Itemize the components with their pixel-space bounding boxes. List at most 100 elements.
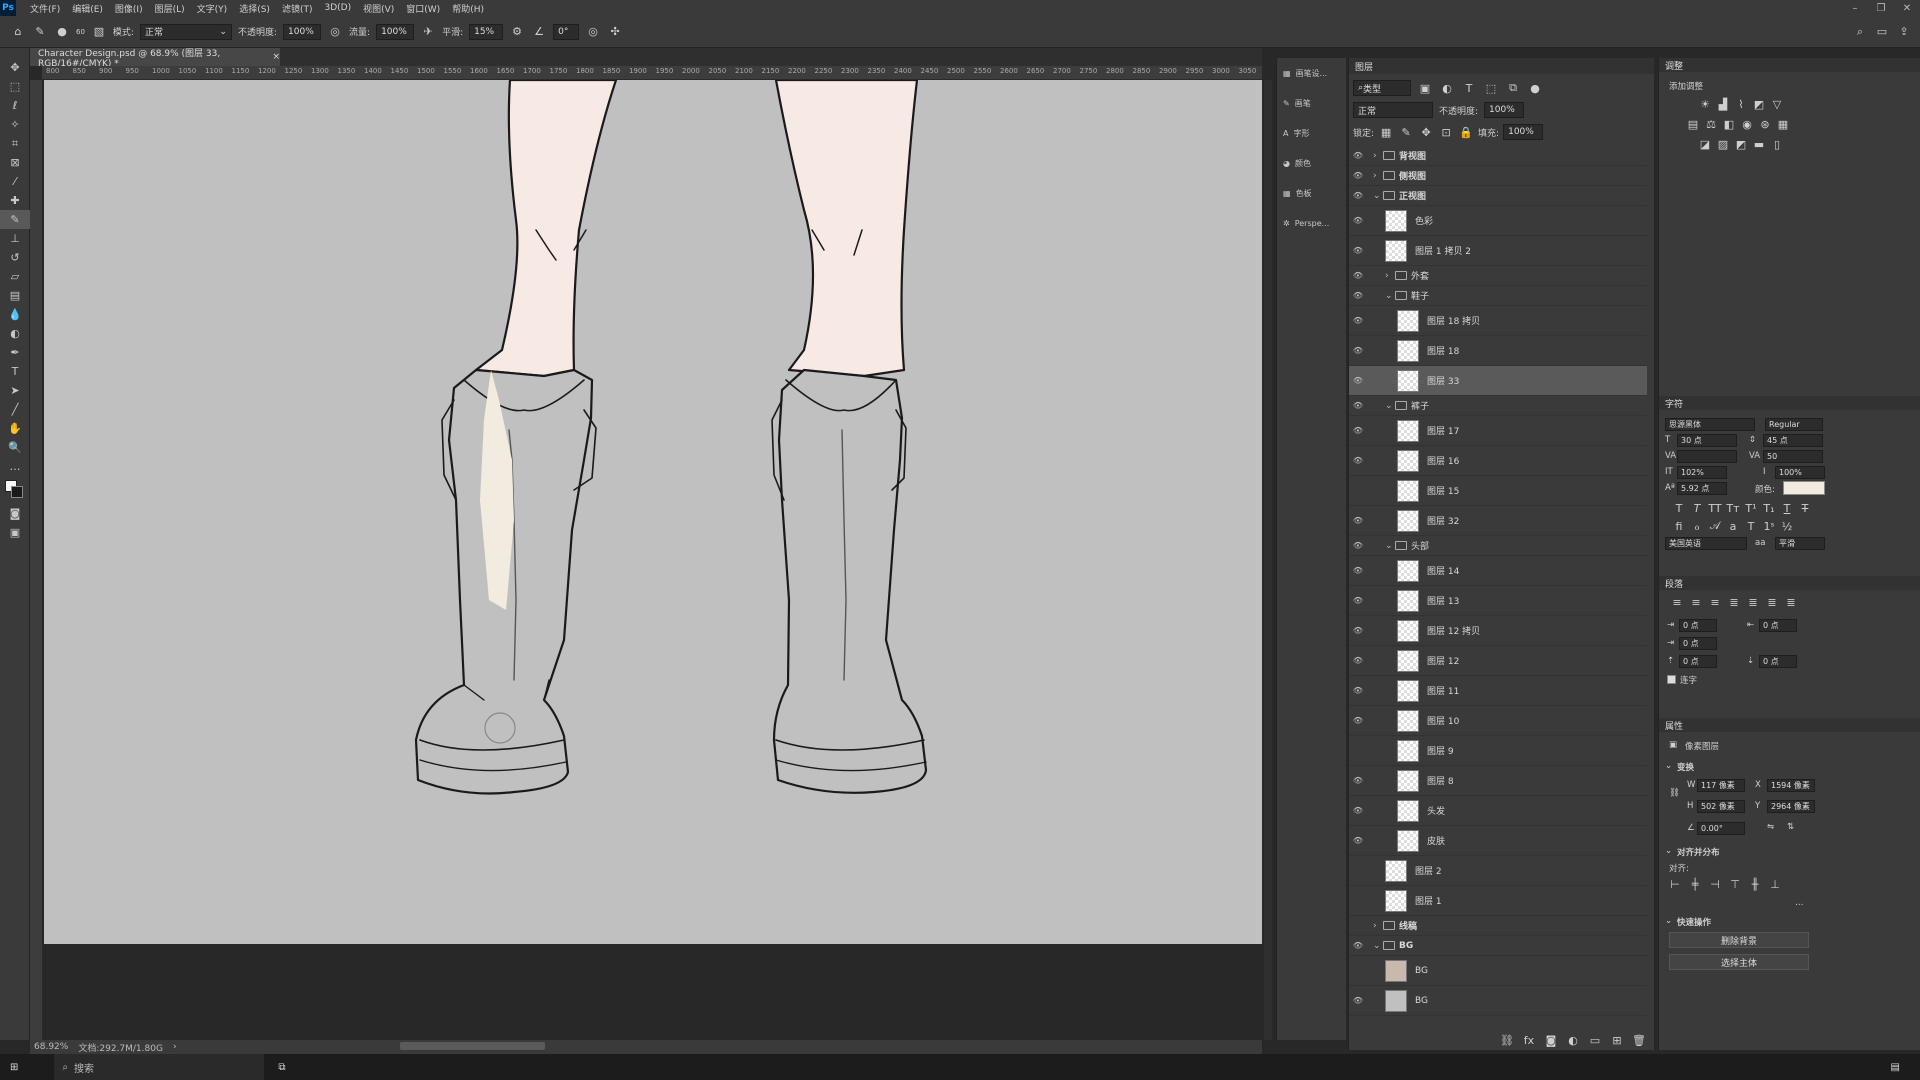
layer-row[interactable]: 图层 9	[1349, 736, 1647, 766]
layer-row[interactable]: 👁 图层 10	[1349, 706, 1647, 736]
dodge-tool-icon[interactable]: ◐	[0, 324, 30, 343]
font-family-select[interactable]: 思源黑体	[1665, 418, 1755, 431]
align-center-icon[interactable]: ≡	[1688, 594, 1704, 610]
tracking-field[interactable]: 50	[1763, 450, 1823, 463]
black-white-icon[interactable]: ◧	[1721, 116, 1737, 132]
mode-select[interactable]: 正常 ⌄	[139, 23, 232, 40]
layer-row[interactable]: 👁 BG	[1349, 986, 1647, 1016]
channel-mixer-icon[interactable]: ⊛	[1757, 116, 1773, 132]
link-dimensions-icon[interactable]: ⛓	[1669, 788, 1680, 798]
menu-file[interactable]: 文件(F)	[24, 2, 66, 15]
visibility-eye-icon[interactable]: 👁	[1349, 566, 1367, 575]
menu-select[interactable]: 选择(S)	[233, 2, 276, 15]
photoshop-logo-icon[interactable]: Ps	[0, 0, 16, 16]
layer-row[interactable]: 👁 图层 16	[1349, 446, 1647, 476]
filter-smart-icon[interactable]: ⧉	[1505, 80, 1521, 96]
path-select-tool-icon[interactable]: ➤	[0, 381, 30, 400]
language-select[interactable]: 美国英语	[1665, 537, 1747, 550]
layer-row[interactable]: 👁 图层 32	[1349, 506, 1647, 536]
close-icon[interactable]: ✕	[1894, 3, 1920, 14]
layer-group-row[interactable]: 👁 › 背视图	[1349, 146, 1647, 166]
workspace-icon[interactable]: ▭	[1874, 24, 1890, 40]
type-tool-icon[interactable]: T	[0, 362, 30, 381]
small-caps-icon[interactable]: Tт	[1725, 500, 1741, 516]
layer-group-row[interactable]: 👁 › 外套	[1349, 266, 1647, 286]
link-icon[interactable]: ⛓	[1499, 1032, 1515, 1048]
zoom-level[interactable]: 68.92%	[34, 1042, 68, 1052]
background-color-icon[interactable]	[11, 486, 23, 498]
filter-adjust-icon[interactable]: ◐	[1439, 80, 1455, 96]
close-tab-icon[interactable]: ×	[272, 52, 280, 62]
visibility-eye-icon[interactable]: 👁	[1349, 596, 1367, 605]
visibility-eye-icon[interactable]: 👁	[1349, 346, 1367, 355]
panel-color[interactable]: ◕ 颜色	[1277, 148, 1346, 178]
frame-tool-icon[interactable]: ⊠	[0, 153, 30, 172]
layer-row[interactable]: 👁 皮肤	[1349, 826, 1647, 856]
hand-tool-icon[interactable]: ✋	[0, 419, 30, 438]
line-tool-icon[interactable]: ╱	[0, 400, 30, 419]
layer-row[interactable]: 👁 图层 13	[1349, 586, 1647, 616]
menu-view[interactable]: 视图(V)	[357, 2, 400, 15]
lock-transparent-icon[interactable]: ▦	[1378, 124, 1394, 140]
horizontal-scrollbar[interactable]	[400, 1042, 545, 1050]
notification-icon[interactable]: ▤	[1891, 1062, 1900, 1073]
discretionary-icon[interactable]: ℴ	[1689, 518, 1705, 534]
font-style-select[interactable]: Regular	[1765, 418, 1823, 431]
layer-group-row[interactable]: 👁 › 侧视图	[1349, 166, 1647, 186]
exposure-icon[interactable]: ◩	[1751, 96, 1767, 112]
tab-character[interactable]: 字符	[1659, 396, 1920, 410]
threshold-icon[interactable]: ◩	[1733, 136, 1749, 152]
all-caps-icon[interactable]: TT	[1707, 500, 1723, 516]
layer-row[interactable]: 👁 图层 18	[1349, 336, 1647, 366]
chevron-down-icon[interactable]: ⌄	[1373, 191, 1383, 201]
share-icon[interactable]: ⇪	[1896, 24, 1912, 40]
panel-glyphs[interactable]: A 字形	[1277, 118, 1346, 148]
justify-all-icon[interactable]: ≣	[1783, 594, 1799, 610]
panel-perspective[interactable]: ✲ Perspe...	[1277, 208, 1346, 238]
select-subject-button[interactable]: 选择主体	[1669, 954, 1809, 970]
crop-tool-icon[interactable]: ⌗	[0, 134, 30, 153]
history-brush-tool-icon[interactable]: ↺	[0, 248, 30, 267]
lock-all-icon[interactable]: 🔒	[1458, 124, 1474, 140]
faux-italic-icon[interactable]: T	[1689, 500, 1705, 516]
y-field[interactable]: 2964 像素	[1767, 800, 1815, 813]
flip-horizontal-icon[interactable]: ⇋	[1767, 822, 1774, 832]
brush-panel-toggle-icon[interactable]: ▧	[91, 24, 107, 40]
color-lookup-icon[interactable]: ▦	[1775, 116, 1791, 132]
kerning-field[interactable]	[1677, 450, 1737, 463]
titling-icon[interactable]: T	[1743, 518, 1759, 534]
more-options-icon[interactable]: …	[1795, 898, 1804, 908]
document-tab[interactable]: Character Design.psd @ 68.9% (图层 33, RGB…	[30, 48, 280, 69]
ordinals-icon[interactable]: 1ˢ	[1761, 518, 1777, 534]
indent-first-field[interactable]: 0 点	[1679, 637, 1717, 650]
smooth-settings-gear-icon[interactable]: ⚙	[509, 24, 525, 40]
flow-field[interactable]: 100%	[376, 23, 415, 40]
photo-filter-icon[interactable]: ◉	[1739, 116, 1755, 132]
layer-row[interactable]: 👁 图层 33	[1349, 366, 1647, 396]
ligature-icon[interactable]: fi	[1671, 518, 1687, 534]
tab-properties[interactable]: 属性	[1659, 718, 1920, 732]
chevron-right-icon[interactable]: ›	[1373, 151, 1383, 161]
brush-tool-icon[interactable]: ✎	[0, 210, 30, 229]
menu-type[interactable]: 文字(Y)	[191, 2, 234, 15]
task-view-icon[interactable]: ⧉	[278, 1062, 285, 1073]
mask-icon[interactable]: ◙	[1543, 1032, 1559, 1048]
trash-icon[interactable]: 🗑	[1631, 1032, 1647, 1048]
layer-row[interactable]: 👁 色彩	[1349, 206, 1647, 236]
align-left-edges-icon[interactable]: ⊢	[1667, 876, 1683, 892]
filter-type-icon[interactable]: T	[1461, 80, 1477, 96]
visibility-eye-icon[interactable]: 👁	[1349, 291, 1367, 300]
taskbar-search[interactable]: ⌕ 搜索	[54, 1054, 265, 1080]
layer-row[interactable]: 👁 图层 14	[1349, 556, 1647, 586]
tab-paragraph[interactable]: 段落	[1659, 576, 1920, 590]
align-right-icon[interactable]: ≡	[1707, 594, 1723, 610]
windows-start-icon[interactable]: ⊞	[10, 1062, 18, 1073]
leading-field[interactable]: 45 点	[1763, 434, 1823, 447]
space-before-field[interactable]: 0 点	[1679, 655, 1717, 668]
visibility-eye-icon[interactable]: 👁	[1349, 456, 1367, 465]
visibility-eye-icon[interactable]: 👁	[1349, 516, 1367, 525]
smooth-field[interactable]: 15%	[469, 23, 504, 40]
move-tool-icon[interactable]: ✥	[0, 58, 30, 77]
visibility-eye-icon[interactable]: 👁	[1349, 376, 1367, 385]
indent-left-field[interactable]: 0 点	[1679, 619, 1717, 632]
